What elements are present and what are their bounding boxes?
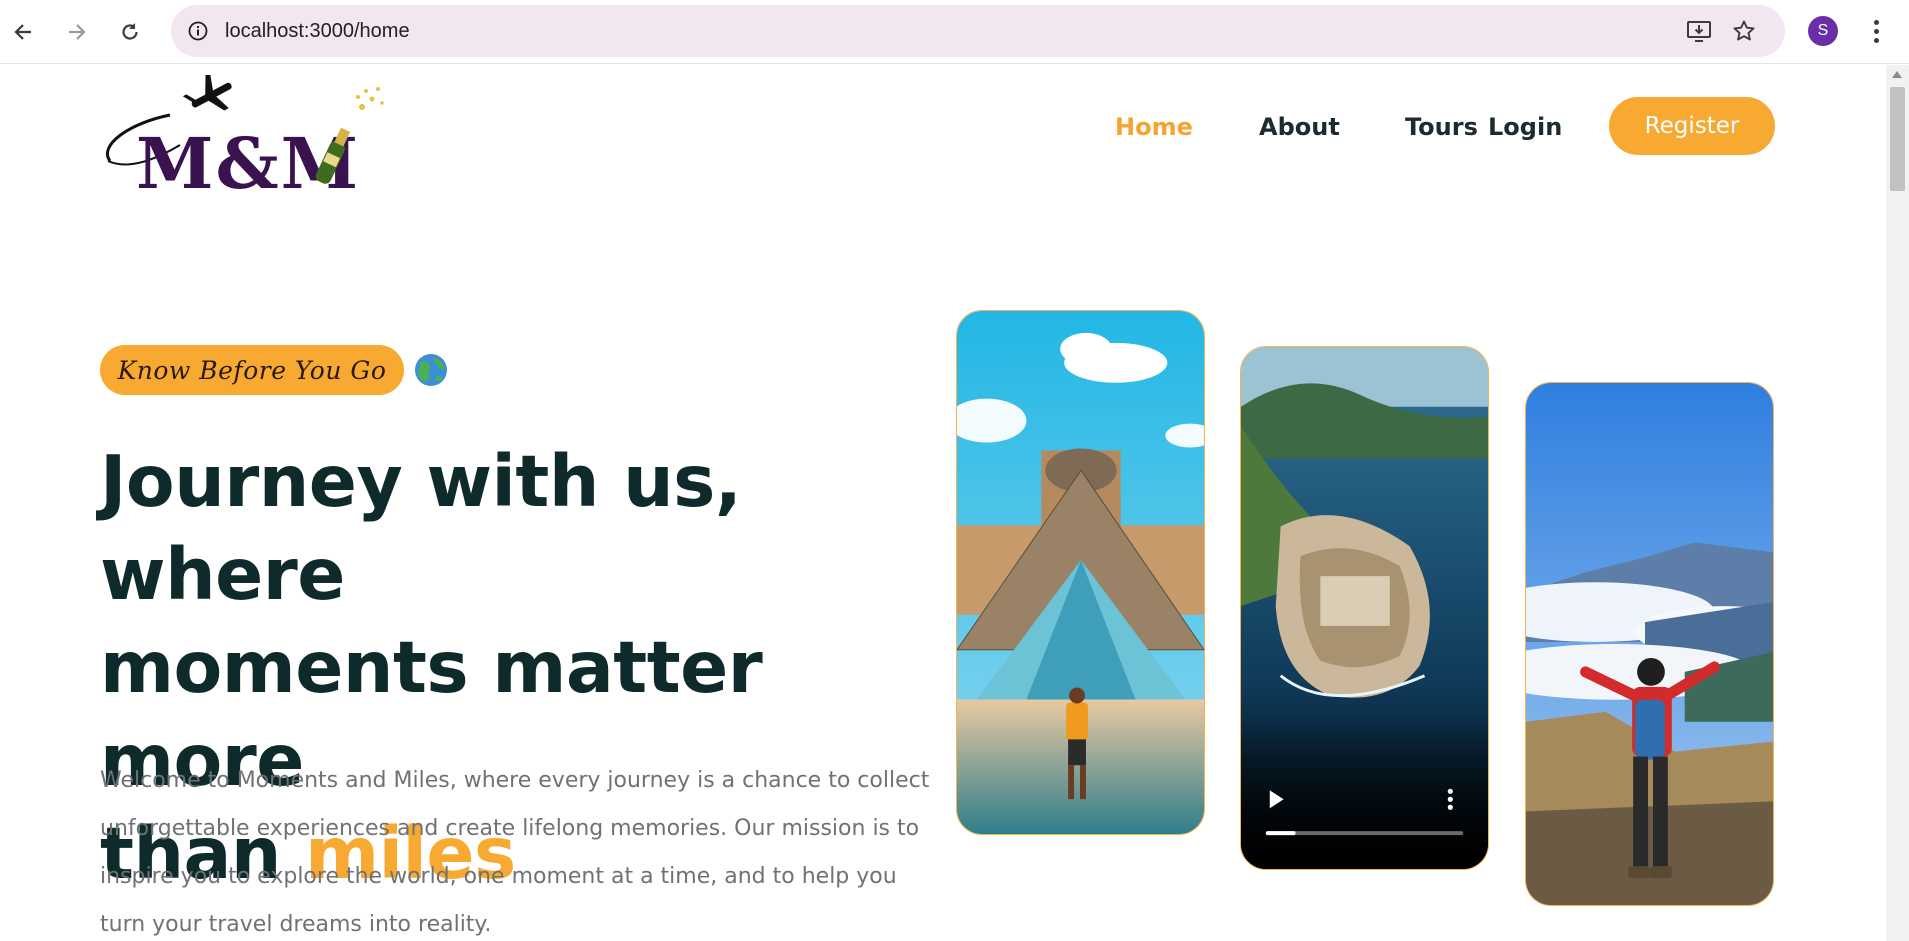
- nav-home[interactable]: Home: [1115, 113, 1193, 141]
- back-button[interactable]: [3, 12, 43, 52]
- install-app-button[interactable]: [1685, 17, 1713, 45]
- page-content: M&M Home About Tours Login Register Know…: [0, 65, 1886, 941]
- tagline-pill: Know Before You Go: [100, 345, 404, 395]
- bookmark-star-icon: [1733, 20, 1755, 41]
- reload-icon: [122, 23, 138, 40]
- photo-card-louvre: [956, 310, 1205, 835]
- hero-paragraph: Welcome to Moments and Miles, where ever…: [100, 768, 930, 937]
- scroll-up-arrow[interactable]: [1892, 71, 1902, 78]
- reload-button[interactable]: [110, 12, 150, 52]
- install-app-icon: [1687, 21, 1711, 42]
- brand-logo[interactable]: M&M: [100, 72, 390, 205]
- site-info-icon: [188, 21, 208, 41]
- address-bar[interactable]: localhost:3000/home: [171, 5, 1785, 57]
- headline-line-1: Journey with us, where: [100, 440, 742, 616]
- nav-login[interactable]: Login: [1488, 113, 1562, 141]
- video-options-icon: [1447, 788, 1453, 810]
- register-button[interactable]: Register: [1609, 97, 1775, 155]
- site-info-button[interactable]: [185, 18, 211, 44]
- nav-tours[interactable]: Tours: [1405, 113, 1478, 141]
- profile-avatar[interactable]: S: [1808, 16, 1838, 46]
- browser-toolbar: localhost:3000/home S: [0, 0, 1909, 64]
- video-card-island[interactable]: [1240, 346, 1489, 870]
- photo-card-hiker: [1525, 382, 1774, 906]
- scroll-thumb[interactable]: [1890, 87, 1905, 191]
- url-text: localhost:3000/home: [225, 20, 410, 42]
- menu-icon[interactable]: [1864, 14, 1888, 48]
- back-arrow-icon: [14, 24, 31, 40]
- bookmark-button[interactable]: [1730, 17, 1758, 45]
- nav-about[interactable]: About: [1259, 113, 1340, 141]
- forward-button[interactable]: [57, 12, 97, 52]
- forward-arrow-icon: [69, 24, 86, 40]
- page-scrollbar[interactable]: [1886, 65, 1909, 941]
- globe-icon: [415, 354, 447, 386]
